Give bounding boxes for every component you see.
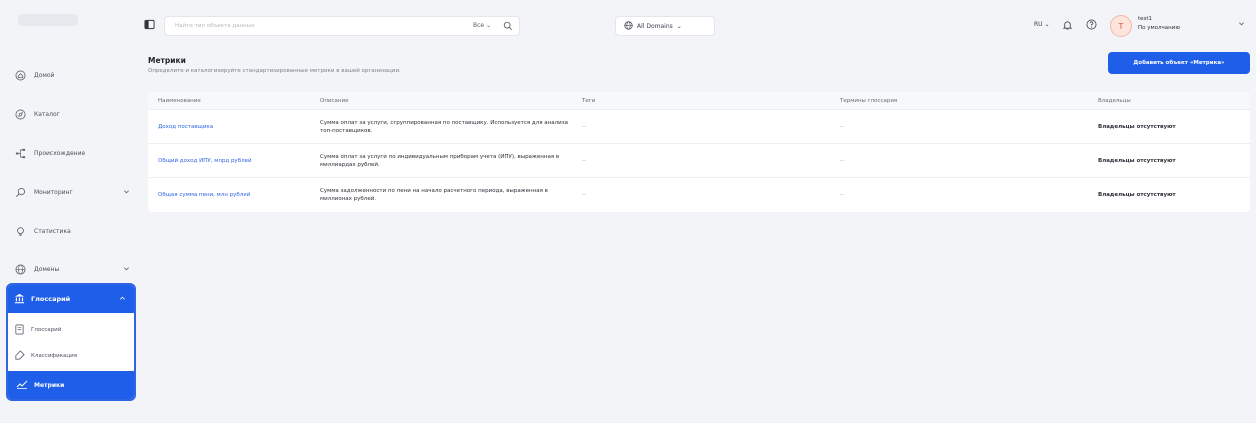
sidebar-group-glossary: Глоссарий Глоссарий Классификация Метрик… [6, 283, 136, 401]
compass-icon [14, 108, 26, 120]
metric-description: Сумма оплат за услуги по индивидуальным … [320, 153, 560, 168]
chart-icon [16, 379, 28, 391]
sidebar-subitem-label: Классификация [31, 353, 78, 359]
metric-tags: -- [582, 157, 586, 164]
language-select[interactable]: RU ⌄ [1034, 21, 1050, 28]
sidebar-item-home[interactable]: Домой [14, 64, 138, 86]
column-header-terms[interactable]: Термины глоссария [832, 98, 1090, 104]
chevron-down-icon: ⌄ [676, 22, 682, 30]
sidebar-item-label: Статистика [34, 227, 71, 235]
sidebar-subitem-label: Метрики [34, 381, 65, 389]
bell-icon[interactable] [1062, 19, 1073, 33]
metric-tags: -- [582, 192, 586, 198]
monitor-icon [14, 186, 26, 198]
chevron-down-icon[interactable] [1238, 20, 1245, 29]
table-row[interactable]: Доход поставщика Сумма оплат за услуги, … [148, 110, 1250, 144]
add-metric-button[interactable]: Добавить объект «Метрика» [1108, 52, 1250, 74]
search-scope-label: Все [472, 22, 485, 29]
column-header-description[interactable]: Описание [314, 97, 570, 105]
search-placeholder: Найти тип объекта данных [175, 23, 255, 29]
app-logo [18, 14, 78, 26]
sidebar-toggle-icon[interactable] [144, 19, 156, 31]
sidebar-item-monitoring[interactable]: Мониторинг [14, 181, 138, 203]
domains-dropdown[interactable]: All Domains ⌄ [615, 16, 715, 36]
chevron-up-icon[interactable] [119, 295, 126, 304]
sidebar-item-label: Домены [34, 265, 60, 273]
metric-name-link[interactable]: Общий доход ИПУ, млрд рублей [148, 158, 314, 164]
chevron-down-icon[interactable] [123, 188, 130, 197]
metric-terms: -- [840, 123, 844, 130]
metric-terms: -- [840, 192, 844, 198]
globe-icon [624, 20, 633, 32]
metric-owners: Владельцы отсутствуют [1098, 123, 1176, 130]
sidebar-item-lineage[interactable]: Происхождение [14, 142, 138, 164]
column-header-tags[interactable]: Теги [570, 98, 832, 104]
avatar-letter: T [1118, 21, 1124, 31]
page-subtitle: Определите и каталогизируйте стандартизи… [148, 68, 401, 74]
bulb-icon [14, 225, 26, 237]
metric-owners: Владельцы отсутствуют [1098, 157, 1176, 164]
sidebar-subitem-glossary[interactable]: Глоссарий [14, 319, 130, 341]
user-name: test1 [1138, 16, 1153, 22]
domains-label: All Domains [637, 22, 673, 30]
globe-icon [14, 263, 26, 275]
table-header: Наименование Описание Теги Термины глосс… [148, 92, 1250, 110]
metric-description: Сумма задолженности по пени на начало ра… [320, 188, 548, 202]
column-header-name[interactable]: Наименование [148, 98, 314, 104]
book-icon [14, 324, 25, 337]
sidebar-item-label: Каталог [34, 110, 60, 118]
metric-tags: -- [582, 123, 586, 130]
sidebar-group-label: Глоссарий [31, 295, 71, 303]
table-row[interactable]: Общий доход ИПУ, млрд рублей Сумма оплат… [148, 144, 1250, 178]
sidebar-subitem-classification[interactable]: Классификация [14, 345, 130, 367]
metric-name-link[interactable]: Доход поставщика [148, 124, 314, 130]
search-input[interactable]: Найти тип объекта данных Все ⌄ [164, 16, 520, 36]
top-bar: Найти тип объекта данных Все ⌄ All Domai… [142, 12, 1250, 40]
sidebar-item-glossary-group[interactable]: Глоссарий [8, 285, 134, 313]
metric-terms: -- [840, 157, 844, 164]
language-label: RU [1034, 21, 1043, 28]
sidebar-item-label: Мониторинг [34, 188, 73, 196]
sidebar-item-label: Домой [34, 71, 55, 79]
user-menu[interactable]: test1 По умолчанию [1138, 15, 1180, 33]
user-role: По умолчанию [1138, 25, 1180, 31]
metric-name-link[interactable]: Общая сумма пени, млн рублей [148, 192, 314, 198]
sidebar-item-domains[interactable]: Домены [14, 258, 138, 280]
bank-icon [14, 293, 25, 306]
sidebar-item-label: Происхождение [34, 149, 86, 157]
metrics-table: Наименование Описание Теги Термины глосс… [148, 92, 1250, 212]
help-icon[interactable] [1086, 19, 1097, 32]
sidebar-item-catalog[interactable]: Каталог [14, 103, 138, 125]
avatar[interactable]: T [1110, 15, 1132, 37]
tag-icon [14, 349, 25, 363]
sidebar-subitem-label: Глоссарий [31, 327, 62, 333]
home-icon [14, 69, 26, 81]
lineage-icon [14, 147, 26, 159]
column-header-owners[interactable]: Владельцы [1090, 98, 1250, 104]
metric-description: Сумма оплат за услуги, сгруппированная п… [320, 119, 569, 134]
main-content: Метрики Определите и каталогизируйте ста… [142, 46, 1250, 416]
sidebar-item-statistics[interactable]: Статистика [14, 220, 138, 242]
metric-owners: Владельцы отсутствуют [1098, 192, 1176, 198]
table-row[interactable]: Общая сумма пени, млн рублей Сумма задол… [148, 178, 1250, 212]
chevron-down-icon[interactable] [123, 265, 130, 274]
sidebar-subitem-metrics[interactable]: Метрики [8, 371, 134, 399]
search-icon[interactable] [503, 21, 513, 33]
page-title: Метрики [148, 56, 186, 65]
search-scope-select[interactable]: Все ⌄ [473, 22, 491, 29]
